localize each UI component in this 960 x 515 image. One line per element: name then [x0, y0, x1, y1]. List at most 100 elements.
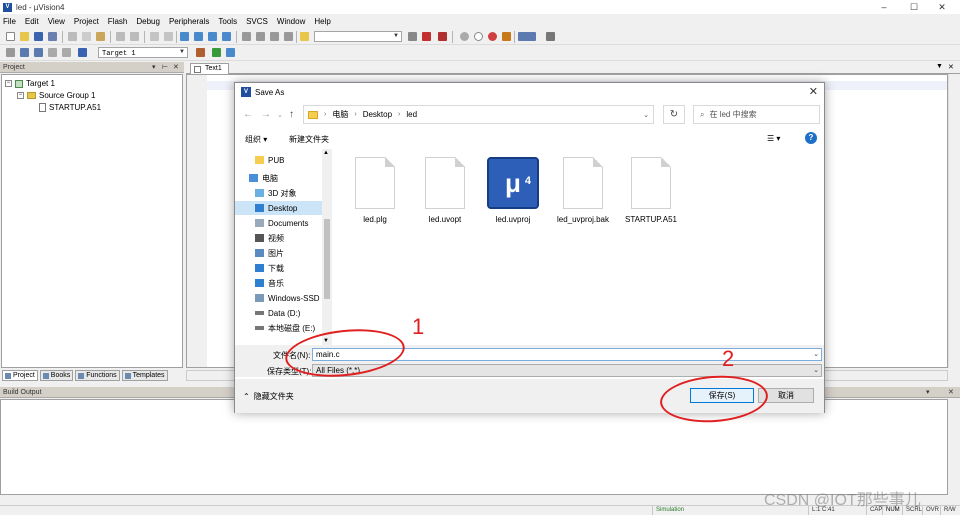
clear-bookmarks-icon[interactable]: [222, 32, 231, 41]
paste-icon[interactable]: [96, 32, 105, 41]
refresh-button[interactable]: ↻: [663, 105, 685, 124]
search-input[interactable]: ⌕ 在 led 中搜索: [693, 105, 820, 124]
window-layout-icon[interactable]: [518, 32, 536, 41]
collapse-icon[interactable]: −: [5, 80, 12, 87]
pin-icon[interactable]: ⊢: [162, 62, 168, 73]
nav-item-pub[interactable]: PUB: [235, 153, 322, 167]
rebuild-icon[interactable]: [34, 48, 43, 57]
address-bar[interactable]: › 电脑 › Desktop › led ⌄: [303, 105, 654, 124]
nav-item-3d-objects[interactable]: 3D 对象: [235, 186, 322, 200]
menu-edit[interactable]: Edit: [25, 17, 39, 26]
breadcrumb-led[interactable]: led: [406, 110, 417, 119]
breadcrumb-chevron-icon[interactable]: ›: [354, 111, 356, 118]
clear-breakpoints-icon[interactable]: [502, 32, 511, 41]
nav-item-data-d[interactable]: Data (D:): [235, 306, 322, 320]
undo-icon[interactable]: [116, 32, 125, 41]
nav-item-videos[interactable]: 视频: [235, 231, 322, 245]
file-item[interactable]: led.uvopt: [413, 157, 477, 224]
recent-locations-icon[interactable]: ⌄: [277, 111, 283, 119]
editor-tab-text1[interactable]: Text1: [190, 63, 229, 74]
download-icon[interactable]: [78, 48, 87, 57]
up-arrow-icon[interactable]: ↑: [289, 109, 294, 120]
tab-templates[interactable]: Templates: [121, 370, 168, 381]
comment-icon[interactable]: [270, 32, 279, 41]
kill-breakpoints-icon[interactable]: [488, 32, 497, 41]
close-button[interactable]: ✕: [922, 0, 960, 14]
save-icon[interactable]: [34, 32, 43, 41]
translate-icon[interactable]: [6, 48, 15, 57]
menu-file[interactable]: File: [3, 17, 16, 26]
new-file-icon[interactable]: [6, 32, 15, 41]
copy-icon[interactable]: [82, 32, 91, 41]
panel-menu-icon[interactable]: ▾: [152, 62, 156, 73]
breadcrumb-chevron-icon[interactable]: ›: [324, 111, 326, 118]
panel-close-icon[interactable]: ✕: [948, 387, 954, 398]
tree-item-group[interactable]: − Source Group 1: [17, 91, 95, 100]
tab-project[interactable]: Project: [2, 370, 38, 381]
nav-back-icon[interactable]: [150, 32, 159, 41]
menu-help[interactable]: Help: [314, 17, 330, 26]
cut-icon[interactable]: [68, 32, 77, 41]
find-in-files-icon[interactable]: [300, 32, 309, 41]
tree-item-target[interactable]: − Target 1: [5, 79, 55, 88]
menu-project[interactable]: Project: [74, 17, 99, 26]
nav-item-windows-ssd[interactable]: Windows-SSD: [235, 291, 322, 305]
collapse-icon[interactable]: −: [17, 92, 24, 99]
breadcrumb-pc[interactable]: 电脑: [332, 109, 348, 120]
menu-debug[interactable]: Debug: [136, 17, 160, 26]
debug-start-icon[interactable]: [438, 32, 447, 41]
chevron-down-icon[interactable]: ⌄: [813, 365, 819, 376]
scrollbar-thumb[interactable]: [324, 219, 330, 299]
nav-item-local-e[interactable]: 本地磁盘 (E:): [235, 321, 322, 335]
nav-item-pc[interactable]: 电脑: [235, 171, 322, 185]
tab-books[interactable]: Books: [39, 370, 74, 381]
bookmark-icon[interactable]: [180, 32, 189, 41]
find-icon[interactable]: [408, 32, 417, 41]
next-bookmark-icon[interactable]: [208, 32, 217, 41]
unindent-icon[interactable]: [256, 32, 265, 41]
editor-vertical-scrollbar[interactable]: [948, 74, 960, 368]
tree-item-file[interactable]: STARTUP.A51: [39, 103, 101, 112]
file-item[interactable]: STARTUP.A51: [619, 157, 683, 224]
enable-breakpoint-icon[interactable]: [474, 32, 483, 41]
batch-build-icon[interactable]: [48, 48, 57, 57]
chevron-down-icon[interactable]: ⌄: [643, 111, 649, 119]
panel-menu-icon[interactable]: ▾: [926, 387, 930, 398]
organize-button[interactable]: 组织 ▾: [245, 134, 267, 145]
target-select[interactable]: Target 1 ▼: [98, 47, 188, 58]
dialog-close-icon[interactable]: ✕: [809, 85, 818, 98]
nav-item-desktop[interactable]: Desktop: [235, 201, 322, 215]
breadcrumb-chevron-icon[interactable]: ›: [398, 111, 400, 118]
file-item[interactable]: led_uvproj.bak: [551, 157, 615, 224]
menu-tools[interactable]: Tools: [218, 17, 237, 26]
uncomment-icon[interactable]: [284, 32, 293, 41]
nav-item-pictures[interactable]: 图片: [235, 246, 322, 260]
menu-peripherals[interactable]: Peripherals: [169, 17, 209, 26]
redo-icon[interactable]: [130, 32, 139, 41]
target-options-icon[interactable]: [196, 48, 205, 57]
manage-components-icon[interactable]: [212, 48, 221, 57]
menu-window[interactable]: Window: [277, 17, 305, 26]
build-output-pane[interactable]: [0, 399, 948, 495]
tab-close-icon[interactable]: ✕: [948, 63, 954, 71]
nav-item-documents[interactable]: Documents: [235, 216, 322, 230]
tab-list-icon[interactable]: ▼: [936, 63, 943, 70]
hide-folders-toggle[interactable]: ⌃ 隐藏文件夹: [243, 391, 294, 402]
menu-flash[interactable]: Flash: [108, 17, 128, 26]
nav-forward-icon[interactable]: [164, 32, 173, 41]
configure-icon[interactable]: [546, 32, 555, 41]
incremental-find-icon[interactable]: [422, 32, 431, 41]
help-icon[interactable]: ?: [805, 132, 817, 144]
forward-arrow-icon[interactable]: →: [261, 109, 271, 120]
breadcrumb-desktop[interactable]: Desktop: [363, 110, 392, 119]
build-icon[interactable]: [20, 48, 29, 57]
find-combo[interactable]: ▼: [314, 31, 402, 42]
file-item[interactable]: led.plg: [343, 157, 407, 224]
indent-icon[interactable]: [242, 32, 251, 41]
menu-view[interactable]: View: [48, 17, 65, 26]
nav-item-music[interactable]: 音乐: [235, 276, 322, 290]
back-arrow-icon[interactable]: ←: [243, 109, 253, 120]
filetype-select[interactable]: All Files (*.*) ⌄: [312, 364, 822, 377]
tab-functions[interactable]: Functions: [75, 370, 120, 381]
save-all-icon[interactable]: [48, 32, 57, 41]
